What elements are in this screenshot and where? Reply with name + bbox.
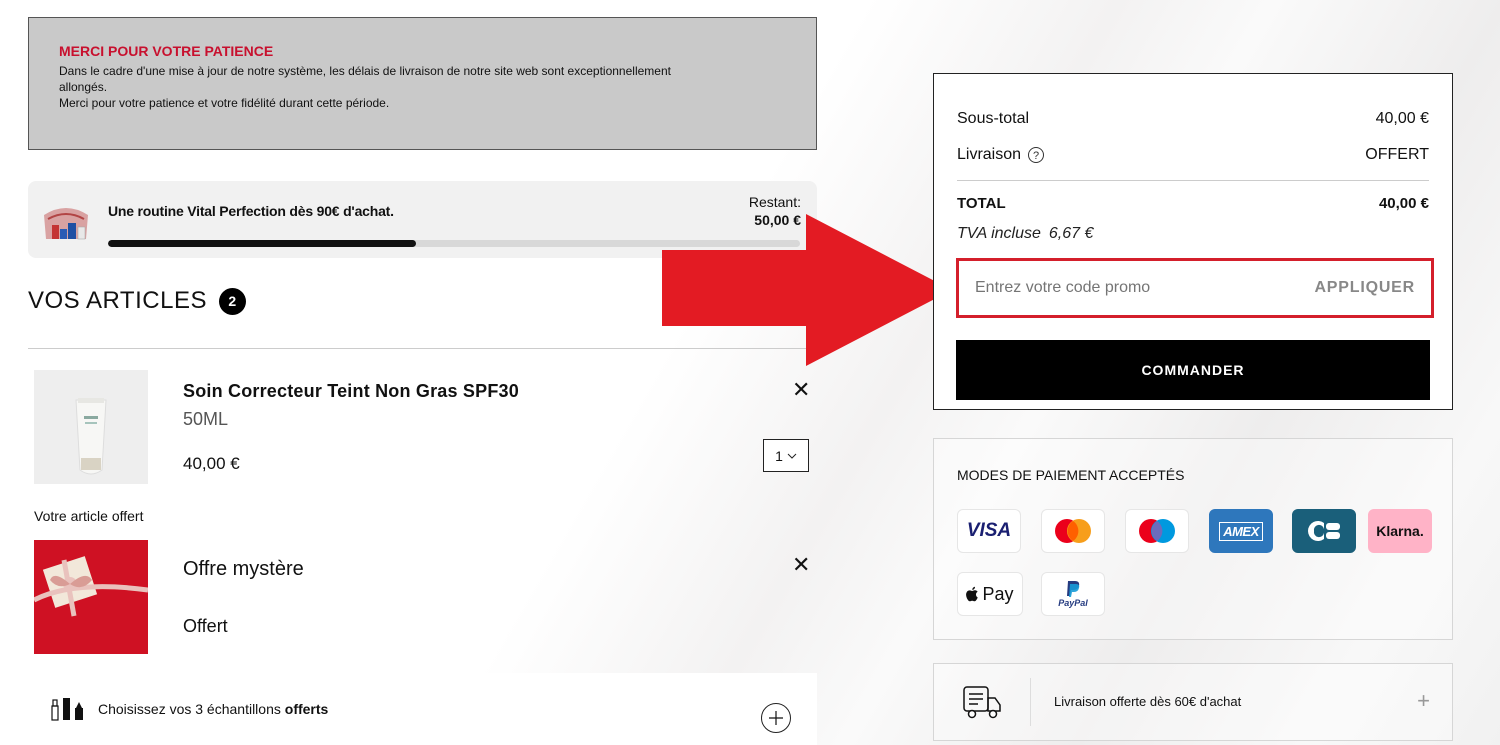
apply-promo-button[interactable]: APPLIQUER <box>1314 279 1415 297</box>
shipping-value: OFFERT <box>1365 146 1429 163</box>
checkout-button[interactable]: COMMANDER <box>956 340 1430 400</box>
shipping-label: Livraison <box>957 146 1022 163</box>
plus-icon <box>769 711 783 725</box>
gift-kit-image <box>44 208 88 240</box>
payment-methods: MODES DE PAIEMENT ACCEPTÉS VISA AMEX Kla… <box>933 438 1453 640</box>
articles-heading: VOS ARTICLES 2 <box>28 287 246 315</box>
free-delivery-accordion[interactable]: Livraison offerte dès 60€ d'achat + <box>933 663 1453 741</box>
shipping-row: Livraison ? OFFERT <box>957 146 1429 164</box>
samples-icon <box>51 698 83 721</box>
cream-tube-icon <box>75 398 107 475</box>
gift-box-icon <box>32 540 149 654</box>
divider <box>1030 678 1031 726</box>
notice-text-line: allongés. <box>59 80 108 94</box>
gift-name[interactable]: Offre mystère <box>183 558 304 581</box>
notice-title: MERCI POUR VOTRE PATIENCE <box>59 43 274 59</box>
payment-methods-title: MODES DE PAIEMENT ACCEPTÉS <box>957 467 1185 483</box>
add-samples-button[interactable] <box>761 703 791 733</box>
expand-plus-icon[interactable]: + <box>1417 688 1430 714</box>
choose-samples-bar[interactable]: Choisissez vos 3 échantillons offerts <box>28 673 817 745</box>
quantity-value: 1 <box>775 447 783 464</box>
promo-text: Une routine Vital Perfection dès 90€ d'a… <box>108 203 394 219</box>
articles-count-badge: 2 <box>218 287 246 315</box>
maestro-icon <box>1125 509 1189 553</box>
paypal-icon: PayPal <box>1041 572 1105 616</box>
subtotal-row: Sous-total 40,00 € <box>957 110 1429 128</box>
maintenance-notice: MERCI POUR VOTRE PATIENCE Dans le cadre … <box>28 17 817 150</box>
subtotal-label: Sous-total <box>957 110 1030 127</box>
total-row: TOTAL 40,00 € <box>957 195 1429 212</box>
product-size: 50ML <box>183 409 229 429</box>
remove-item-button[interactable]: ✕ <box>792 379 810 401</box>
svg-text:?: ? <box>1033 150 1039 162</box>
remaining-label: Restant: <box>748 194 801 210</box>
promo-progress-fill <box>108 240 416 247</box>
tva-row: TVA incluse 6,67 € <box>957 225 1429 243</box>
tva-label: TVA incluse <box>957 225 1041 242</box>
order-summary: Sous-total 40,00 € Livraison ? OFFERT TO… <box>933 73 1453 410</box>
gift-image[interactable] <box>32 540 149 654</box>
product-price: 40,00 € <box>183 454 240 473</box>
remove-gift-button[interactable]: ✕ <box>792 554 810 576</box>
total-label: TOTAL <box>957 195 1006 212</box>
promo-code-box: APPLIQUER <box>956 258 1434 318</box>
cb-card-icon <box>1292 509 1356 553</box>
shipping-label-group: Livraison ? <box>957 146 1045 164</box>
chevron-down-icon <box>787 453 797 459</box>
promo-code-input[interactable] <box>975 279 1275 297</box>
tva-value: 6,67 € <box>1048 225 1094 242</box>
product-name[interactable]: Soin Correcteur Teint Non Gras SPF30 <box>183 381 519 402</box>
product-image[interactable] <box>34 370 148 484</box>
delivery-truck-icon <box>963 686 1001 719</box>
mastercard-icon <box>1041 509 1105 553</box>
visa-icon: VISA <box>957 509 1021 553</box>
subtotal-value: 40,00 € <box>1375 110 1429 127</box>
total-value: 40,00 € <box>1378 195 1429 212</box>
gift-price: Offert <box>183 616 228 636</box>
notice-text-line: Dans le cadre d'une mise à jour de notre… <box>59 64 671 78</box>
free-delivery-label: Livraison offerte dès 60€ d'achat <box>1054 694 1242 709</box>
klarna-icon: Klarna. <box>1368 509 1432 553</box>
summary-divider <box>957 180 1429 181</box>
quantity-select[interactable]: 1 <box>763 439 809 472</box>
offered-item-label: Votre article offert <box>34 508 144 524</box>
notice-text-line: Merci pour votre patience et votre fidél… <box>59 96 390 110</box>
articles-heading-text: VOS ARTICLES <box>28 287 207 314</box>
amex-icon: AMEX <box>1209 509 1273 553</box>
red-arrow-annotation <box>662 214 952 366</box>
samples-label: Choisissez vos 3 échantillons offerts <box>98 701 329 717</box>
help-icon[interactable]: ? <box>1027 146 1045 164</box>
apple-pay-icon: Pay <box>957 572 1023 616</box>
